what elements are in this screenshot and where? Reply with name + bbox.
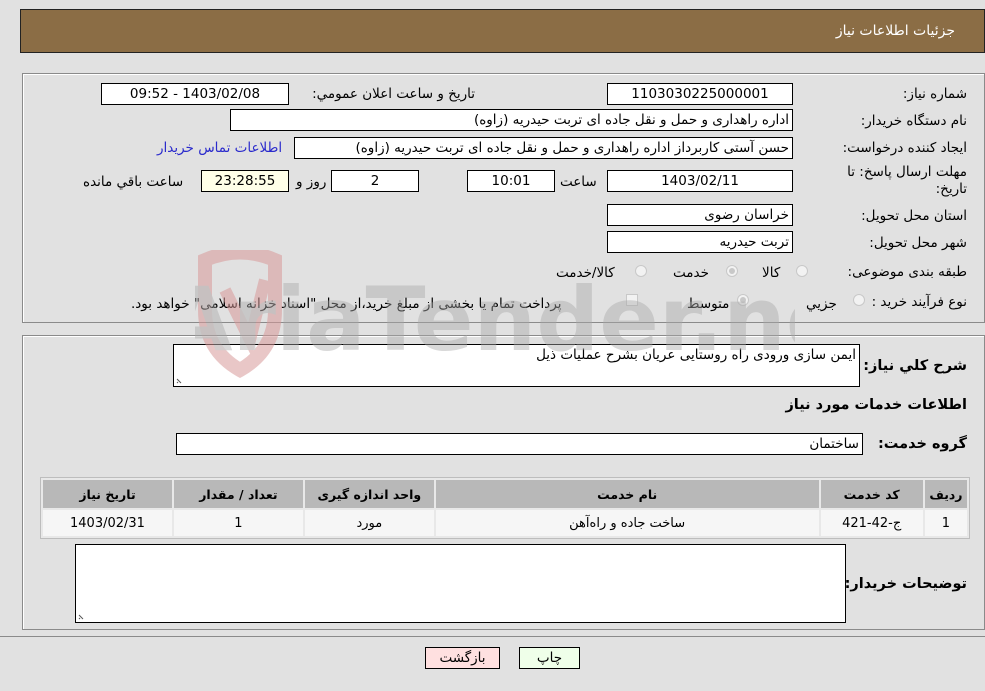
requester-label: ایجاد کننده درخواست: [842,140,967,156]
category-option-goods: کالا [762,265,781,281]
resize-grip-icon[interactable] [176,376,184,384]
category-radio-goods-service[interactable] [635,265,647,277]
days-label: روز و [296,174,327,190]
col-header-service-name: نام خدمت [435,480,819,508]
purchase-type-option-medium: متوسط [687,296,730,312]
cell-unit: مورد [304,510,434,536]
cell-service-code: ج-42-421 [820,510,923,536]
announce-datetime-label: تاریخ و ساعت اعلان عمومي: [312,86,475,102]
need-number-label: شماره نیاز: [902,86,967,102]
cell-service-name: ساخت جاده و راه‌آهن [435,510,819,536]
category-option-service: خدمت [673,265,709,281]
need-number-field: 1103030225000001 [607,83,793,105]
table-row: 1 ج-42-421 ساخت جاده و راه‌آهن مورد 1 14… [43,510,967,536]
announce-datetime-field: 1403/02/08 - 09:52 [101,83,289,105]
time-remaining-field: 23:28:55 [201,170,289,192]
description-textarea[interactable]: ایمن سازی ورودی راه روستایی عریان بشرح ع… [173,344,860,387]
treasury-checkbox[interactable] [626,294,638,306]
deadline-date-field: 1403/02/11 [607,170,793,192]
days-remaining-field: 2 [331,170,419,192]
services-table: ردیف کد خدمت نام خدمت واحد اندازه گیری ت… [40,477,970,539]
buyer-notes-label: توضیحات خریدار: [844,576,967,592]
col-header-service-code: کد خدمت [820,480,923,508]
purchase-type-radio-minor[interactable] [853,294,865,306]
col-header-need-date: تاریخ نیاز [43,480,172,508]
purchase-type-label: نوع فرآیند خرید : [871,294,967,310]
buyer-org-label: نام دستگاه خریدار: [860,113,967,129]
category-radio-goods[interactable] [796,265,808,277]
cell-need-date: 1403/02/31 [43,510,172,536]
description-label: شرح کلي نیاز: [863,358,967,374]
deadline-time-field: 10:01 [467,170,555,192]
province-field: خراسان رضوی [607,204,793,226]
back-button[interactable]: بازگشت [425,647,500,669]
buyer-org-field: اداره راهداری و حمل و نقل جاده ای تربت ح… [230,109,793,131]
purchase-type-option-minor: جزيي [806,296,837,312]
table-header-row: ردیف کد خدمت نام خدمت واحد اندازه گیری ت… [43,480,967,508]
resize-grip-icon[interactable] [78,612,86,620]
buyer-notes-textarea[interactable] [75,544,846,623]
time-remaining-label: ساعت باقي مانده [83,174,184,190]
col-header-row-number: ردیف [924,480,967,508]
deadline-time-label: ساعت [560,174,597,190]
category-label: طبقه بندی موضوعی: [847,264,967,280]
deadline-label: مهلت ارسال پاسخ: تا تاریخ: [847,164,967,197]
city-label: شهر محل تحویل: [869,235,967,251]
service-group-label: گروه خدمت: [877,436,967,452]
province-label: استان محل تحویل: [861,208,967,224]
requester-field: حسن آستی کاربرداز اداره راهداری و حمل و … [294,137,793,159]
col-header-quantity: تعداد / مقدار [173,480,303,508]
city-field: تربت حیدریه [607,231,793,253]
treasury-note: پرداخت تمام یا بخشی از مبلغ خرید،از محل … [131,296,562,312]
description-text: ایمن سازی ورودی راه روستایی عریان بشرح ع… [536,347,856,363]
category-radio-service[interactable] [726,265,738,277]
footer-divider [0,636,985,637]
print-button[interactable]: چاپ [519,647,580,669]
page-header: جزئیات اطلاعات نیاز [20,9,985,53]
col-header-unit: واحد اندازه گیری [304,480,434,508]
page-title: جزئیات اطلاعات نیاز [835,23,955,39]
cell-quantity: 1 [173,510,303,536]
buyer-contact-link[interactable]: اطلاعات تماس خریدار [157,140,282,156]
service-group-field: ساختمان [176,433,863,455]
services-section-title: اطلاعات خدمات مورد نیاز [785,397,967,413]
category-option-goods-service: کالا/خدمت [556,265,615,281]
cell-row-number: 1 [924,510,967,536]
purchase-type-radio-medium[interactable] [737,294,749,306]
